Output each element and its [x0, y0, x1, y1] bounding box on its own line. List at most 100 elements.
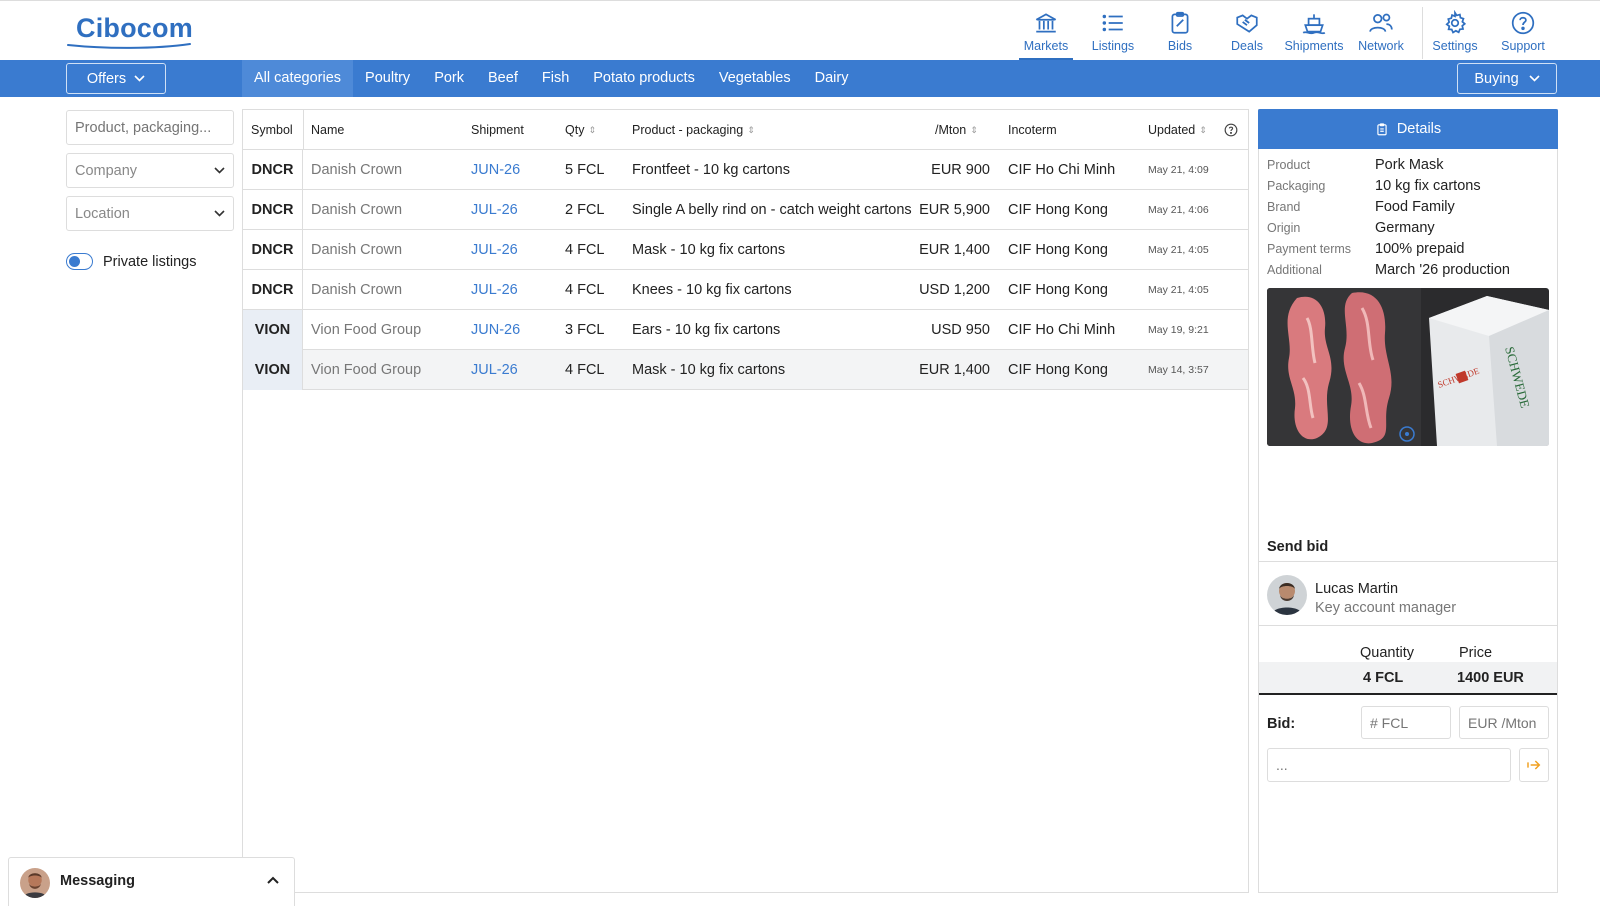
details-header: Details: [1258, 109, 1558, 149]
cell-shipment[interactable]: JUL-26: [471, 270, 518, 310]
help-circle-icon[interactable]: [1224, 123, 1238, 137]
category-all[interactable]: All categories: [242, 60, 354, 97]
col-symbol[interactable]: Symbol: [251, 110, 293, 150]
nav-network[interactable]: Network: [1348, 1, 1414, 61]
col-qty[interactable]: Qty ⇕: [565, 110, 596, 150]
cell-incoterm: CIF Hong Kong: [1008, 202, 1108, 218]
col-updated-label: Updated: [1148, 123, 1196, 137]
cell-incoterm: CIF Ho Chi Minh: [1008, 322, 1116, 338]
bid-price-input[interactable]: [1459, 706, 1549, 739]
detail-label-packaging: Packaging: [1267, 179, 1326, 193]
clipboard-icon: [1377, 122, 1387, 135]
cell-shipment[interactable]: JUL-26: [471, 190, 518, 230]
search-input[interactable]: [66, 110, 234, 145]
avatar: [20, 868, 50, 898]
rep-role: Key account manager: [1315, 600, 1457, 616]
cell-name: Vion Food Group: [311, 322, 422, 338]
cell-updated: May 21, 4:06: [1148, 204, 1209, 216]
cell-qty: 4 FCL: [565, 242, 605, 258]
sort-icon: ⇕: [1199, 124, 1207, 135]
private-listings-label: Private listings: [103, 253, 197, 270]
chevron-up-icon[interactable]: [266, 873, 280, 887]
cell-qty: 4 FCL: [565, 362, 605, 378]
cell-name: Danish Crown: [311, 242, 403, 258]
table-row-selected[interactable]: VION Vion Food Group JUL-26 4 FCL Mask -…: [243, 350, 1248, 390]
cell-name: Danish Crown: [311, 282, 403, 298]
category-potato-products[interactable]: Potato products: [581, 60, 707, 97]
private-listings-toggle[interactable]: [66, 253, 93, 270]
company-select[interactable]: Company: [66, 153, 234, 188]
nav-bids[interactable]: Bids: [1147, 1, 1213, 61]
col-product[interactable]: Product - packaging ⇕: [632, 110, 755, 150]
col-incoterm[interactable]: Incoterm: [1008, 110, 1057, 150]
category-poultry[interactable]: Poultry: [353, 60, 422, 97]
chevron-down-icon: [214, 210, 225, 217]
table-row[interactable]: DNCR Danish Crown JUL-26 2 FCL Single A …: [243, 190, 1248, 230]
logo-swoosh: [67, 43, 191, 49]
send-bid-button[interactable]: [1519, 748, 1549, 782]
table-row[interactable]: DNCR Danish Crown JUL-26 4 FCL Knees - 1…: [243, 270, 1248, 310]
category-vegetables[interactable]: Vegetables: [707, 60, 803, 97]
detail-value-origin: Germany: [1375, 220, 1435, 236]
cell-product: Frontfeet - 10 kg cartons: [632, 162, 790, 178]
table-row[interactable]: DNCR Danish Crown JUL-26 4 FCL Mask - 10…: [243, 230, 1248, 270]
avatar[interactable]: [1267, 575, 1307, 615]
col-price-label: /Mton: [935, 123, 967, 137]
nav-deals[interactable]: Deals: [1214, 1, 1280, 61]
user-avatar-image: [20, 868, 50, 898]
company-select-label: Company: [75, 162, 138, 179]
bid-fcl-input[interactable]: [1361, 706, 1451, 739]
col-name[interactable]: Name: [311, 110, 344, 150]
bid-message-input[interactable]: [1267, 748, 1511, 782]
cell-incoterm: CIF Ho Chi Minh: [1008, 162, 1116, 178]
nav-shipments[interactable]: Shipments: [1281, 1, 1347, 61]
nav-listings[interactable]: Listings: [1080, 1, 1146, 61]
location-select-label: Location: [75, 205, 130, 222]
cell-symbol: VION: [243, 350, 303, 390]
nav-support[interactable]: Support: [1490, 1, 1556, 61]
location-select[interactable]: Location: [66, 196, 234, 231]
nav-markets[interactable]: Markets: [1013, 1, 1079, 61]
cell-price: USD 1,200: [919, 282, 990, 298]
cell-shipment[interactable]: JUL-26: [471, 230, 518, 270]
detail-value-brand: Food Family: [1375, 199, 1455, 215]
question-icon: [1511, 11, 1535, 35]
col-incoterm-label: Incoterm: [1008, 123, 1057, 137]
category-tabs: All categories Poultry Pork Beef Fish Po…: [242, 60, 860, 97]
price-label: Price: [1459, 645, 1493, 661]
category-fish[interactable]: Fish: [530, 60, 581, 97]
nav-settings[interactable]: Settings: [1422, 1, 1488, 61]
col-price[interactable]: /Mton ⇕: [935, 110, 978, 150]
cell-shipment[interactable]: JUL-26: [471, 350, 518, 390]
buying-label: Buying: [1474, 70, 1519, 87]
category-pork[interactable]: Pork: [422, 60, 476, 97]
offers-dropdown[interactable]: Offers: [66, 63, 166, 94]
category-dairy[interactable]: Dairy: [803, 60, 861, 97]
cell-product: Knees - 10 kg fix cartons: [632, 282, 792, 298]
nav-label: Listings: [1091, 39, 1135, 53]
col-shipment-label: Shipment: [471, 123, 524, 137]
buying-dropdown[interactable]: Buying: [1457, 63, 1557, 94]
cell-qty: 5 FCL: [565, 162, 605, 178]
cell-updated: May 19, 9:21: [1148, 324, 1209, 336]
table-row[interactable]: VION Vion Food Group JUN-26 3 FCL Ears -…: [243, 310, 1248, 350]
cell-name: Vion Food Group: [311, 362, 422, 378]
table-row[interactable]: DNCR Danish Crown JUN-26 5 FCL Frontfeet…: [243, 150, 1248, 190]
ship-icon: [1302, 14, 1326, 35]
sort-icon: ⇕: [588, 124, 596, 135]
product-photo[interactable]: SCHWEDE SCHWEDE: [1267, 288, 1549, 446]
messaging-widget[interactable]: Messaging: [8, 857, 295, 906]
cell-shipment[interactable]: JUN-26: [471, 310, 520, 350]
detail-value-payment-terms: 100% prepaid: [1375, 241, 1465, 257]
cell-shipment[interactable]: JUN-26: [471, 150, 520, 190]
cell-symbol: DNCR: [243, 270, 303, 310]
category-beef[interactable]: Beef: [476, 60, 530, 97]
cell-price: EUR 5,900: [919, 202, 990, 218]
chevron-down-icon: [1529, 75, 1540, 82]
cell-updated: May 21, 4:05: [1148, 284, 1209, 296]
cell-name: Danish Crown: [311, 162, 403, 178]
col-updated[interactable]: Updated ⇕: [1148, 110, 1207, 150]
col-qty-label: Qty: [565, 123, 585, 137]
nav-label: Network: [1358, 39, 1404, 53]
col-shipment[interactable]: Shipment: [471, 110, 524, 150]
